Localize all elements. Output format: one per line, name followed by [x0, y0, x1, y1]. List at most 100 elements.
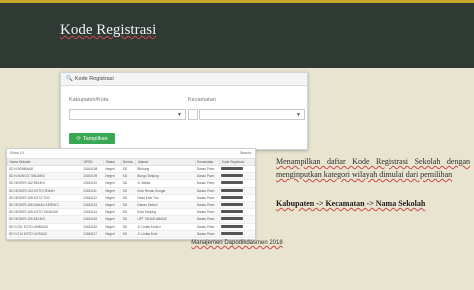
footer-text: Manajemen Dapodikdasmen 2018	[191, 240, 283, 246]
table-cell-code	[219, 179, 255, 188]
table-cell: Jl. Lintas Koto	[135, 230, 196, 238]
table-cell: SD N 214 KOTO LINTANG	[7, 230, 82, 238]
table-cell: Danau Pann	[195, 230, 220, 238]
redacted-code	[221, 224, 244, 228]
col-status[interactable]: Status	[103, 158, 122, 166]
table-cell: Negeri	[103, 165, 122, 174]
col-alamat[interactable]: Alamat	[135, 158, 196, 166]
table-cell: Jl. Belika	[135, 179, 196, 188]
table-cell: SD	[121, 165, 136, 174]
table-cell-code	[219, 194, 255, 202]
kabupaten-label: Kabupaten/Kota	[69, 97, 109, 103]
table-cell: SD NEGERI 169 KOTO TANJUNG	[7, 208, 82, 217]
kecamatan-select[interactable]: ▼	[199, 109, 305, 120]
description-text: Menampilkan daftar Kode Registrasi Sekol…	[276, 157, 470, 179]
table-cell: Koto Tanjung	[135, 208, 196, 217]
table-cell-code	[219, 165, 255, 174]
redacted-code	[221, 181, 244, 185]
table-cell: SD	[121, 172, 136, 181]
table-cell: Negeri	[103, 223, 122, 231]
table-cell: Danau Pann	[195, 215, 220, 224]
panel-heading: 🔍 Kode Registrasi	[61, 73, 307, 86]
table-row: SD NEGERI 169 KOTO TANJUNG 10184114 Negeri…	[7, 208, 255, 217]
table-cell-code	[219, 230, 255, 238]
chevron-down-icon: ▼	[296, 112, 301, 118]
table-cell: SD	[121, 208, 136, 217]
table-cell: Danau Pann	[195, 172, 220, 181]
table-cell-code	[219, 215, 255, 224]
table-row: SD N 214 KOTO LINTANG 10184117 Negeri SD Jl.…	[7, 230, 255, 238]
table-cell: Koto Renah Sungai	[135, 187, 196, 195]
table-cell: Negeri	[103, 230, 122, 238]
table-cell: SD N 201 KOTO LIMBUNG	[7, 223, 82, 231]
accent-line	[0, 0, 474, 3]
redacted-code	[221, 210, 244, 214]
table-cell: SD	[121, 215, 136, 224]
table-cell: SD N BUNGO TANJUNG	[7, 172, 82, 181]
slide-title: Kode Registrasi	[60, 22, 157, 38]
table-cell: 10184111	[81, 187, 104, 195]
table-cell: 10184115	[81, 215, 104, 224]
table-cell: 10184110	[81, 179, 104, 188]
table-cell: SD NEGERI 165 BELIKO	[7, 215, 82, 224]
table-row: SD N 201 KOTO LIMBUNG 10184116 Negeri SD Jl.…	[7, 223, 255, 231]
school-table: Nama Sekolah NPSN Status Bentuk Alamat K…	[7, 158, 255, 238]
table-cell: Bungo Tanjung	[135, 172, 196, 181]
table-row: SD NEGERI 162 BELIKO 10184110 Negeri SD Jl. …	[7, 179, 255, 188]
col-bentuk[interactable]: Bentuk	[120, 158, 137, 166]
table-cell: Negeri	[103, 194, 122, 202]
entries-select[interactable]: 10	[20, 151, 24, 155]
table-cell: 10184108	[81, 165, 104, 174]
table-row: SD N BEMBAND 10184108 Negeri SD Bibirung Dana…	[7, 165, 255, 174]
redacted-code	[221, 174, 244, 178]
table-cell: UPT TANAH ABANG	[135, 215, 196, 224]
col-npsn[interactable]: NPSN	[81, 158, 105, 166]
table-cell: Negeri	[103, 179, 122, 188]
tampilkan-button[interactable]: ⟳ Tampilkan	[69, 133, 115, 144]
table-cell: 10184112	[81, 194, 104, 202]
table-row: SD NEGERI 163 KOTO RENAH 10184111 Negeri SD…	[7, 187, 255, 195]
table-cell-code	[219, 223, 255, 231]
col-kode-registrasi[interactable]: Kode Registrasi	[219, 158, 255, 166]
table-cell: Negeri	[103, 172, 122, 181]
redacted-code	[221, 167, 244, 171]
table-cell: SD NEGERI 165 KOTO TUO	[7, 194, 82, 202]
kabupaten-select[interactable]: ▼	[69, 109, 186, 120]
redacted-code	[221, 231, 244, 235]
table-cell: Negeri	[103, 215, 122, 224]
school-table-screenshot: Show 10 Search: Nama Sekolah NPSN Status…	[6, 148, 256, 240]
panel-heading-label: Kode Registrasi	[74, 76, 114, 82]
col-kecamatan[interactable]: Kecamatan	[194, 158, 221, 166]
table-row: SD NEGERI 165 KOTO TUO 10184112 Negeri SD De…	[7, 194, 255, 202]
table-cell: SD	[121, 194, 136, 202]
table-cell: SD N BEMBAND	[7, 165, 82, 174]
table-cell: SD	[121, 223, 136, 231]
tampilkan-button-label: Tampilkan	[82, 135, 108, 142]
redacted-code	[221, 203, 244, 207]
table-cell-code	[219, 201, 255, 210]
table-cell: 10184116	[81, 223, 104, 231]
table-cell: SD NEGERI 163 KOTO RENAH	[7, 187, 82, 195]
table-cell: SD NEGERI 162 BELIKO	[7, 179, 82, 188]
table-row: SD NEGERI 166 DANAU KERINCI 10184113 Neger…	[7, 201, 255, 210]
table-cell: Danau Kerinci	[135, 201, 196, 210]
kecamatan-prefix-select[interactable]	[188, 109, 198, 120]
kecamatan-label: Kecamatan	[188, 97, 216, 103]
col-nama-sekolah[interactable]: Nama Sekolah	[7, 158, 83, 166]
table-cell: Negeri	[103, 201, 122, 210]
table-cell: Negeri	[103, 208, 122, 217]
table-cell-code	[219, 172, 255, 181]
table-cell: Jl. Lintas Kerinci	[135, 223, 196, 231]
redacted-code	[221, 188, 244, 192]
redacted-code	[221, 217, 244, 221]
chevron-down-icon: ▼	[177, 112, 182, 118]
table-cell: SD	[121, 187, 136, 195]
table-cell: Bibirung	[135, 165, 196, 174]
table-cell: Danau Pann	[195, 194, 220, 202]
table-cell: 10184113	[81, 201, 104, 210]
table-cell-code	[219, 187, 255, 195]
table-row: SD N BUNGO TANJUNG 10184109 Negeri SD Bungo …	[7, 172, 255, 181]
table-cell: SD	[121, 179, 136, 188]
redacted-code	[221, 195, 244, 199]
table-cell: Negeri	[103, 187, 122, 195]
